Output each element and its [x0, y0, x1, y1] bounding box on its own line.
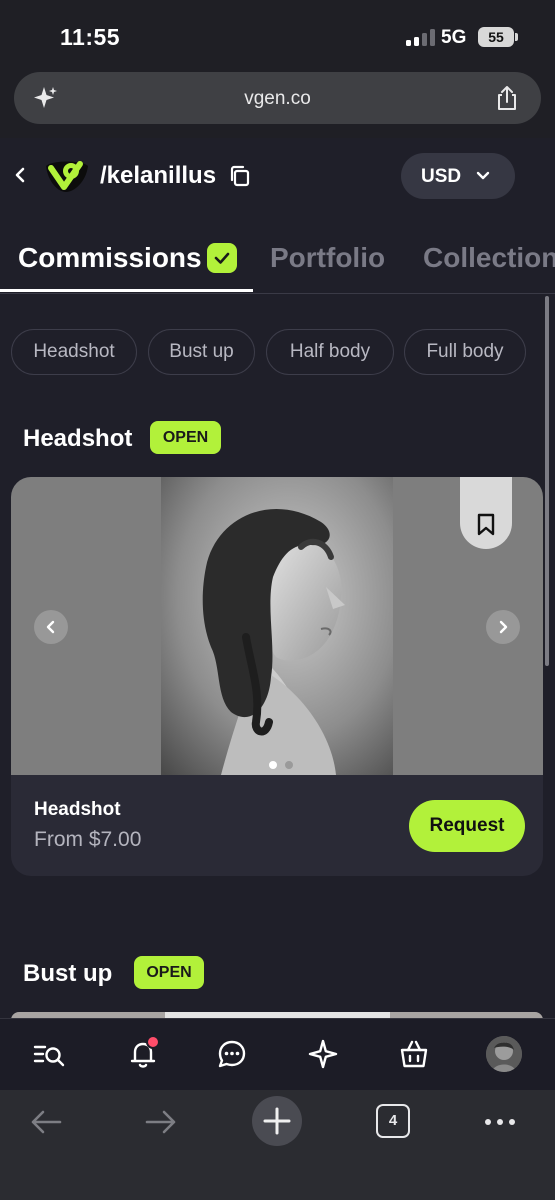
profile-tabs: Commissions Portfolio Collection — [0, 218, 555, 294]
tabs-button[interactable]: 4 — [376, 1104, 410, 1138]
bookmark-icon — [477, 513, 495, 536]
filter-chip-full-body[interactable]: Full body — [404, 329, 526, 375]
sparkle-icon[interactable] — [306, 1037, 340, 1071]
request-button[interactable]: Request — [409, 800, 525, 852]
carousel-indicator — [269, 761, 295, 771]
card-price: From $7.00 — [34, 828, 142, 851]
bookmark-button[interactable] — [460, 477, 512, 549]
browser-bottom-bar: 4 — [0, 1090, 555, 1200]
address-bar[interactable]: vgen.co — [14, 72, 541, 124]
carousel-prev-button[interactable] — [34, 610, 68, 644]
back-chevron-icon[interactable] — [12, 164, 28, 186]
app-bottom-nav — [0, 1018, 555, 1090]
tab-collection[interactable]: Collection — [423, 242, 555, 274]
carousel-dot[interactable] — [285, 761, 293, 769]
status-badge: OPEN — [150, 421, 221, 454]
section-title-bust-up: Bust up — [23, 960, 113, 987]
commission-card-headshot[interactable]: Headshot From $7.00 Request — [11, 477, 543, 876]
signal-icon — [406, 29, 436, 46]
carousel-dot-active[interactable] — [269, 761, 277, 769]
currency-select[interactable]: USD — [401, 153, 515, 199]
divider — [0, 293, 555, 294]
carousel-next-button[interactable] — [486, 610, 520, 644]
scrollbar[interactable] — [545, 296, 549, 666]
status-bar: 11:55 5G 55 — [0, 0, 555, 64]
filter-chip-half-body[interactable]: Half body — [266, 329, 394, 375]
chat-icon[interactable] — [215, 1037, 249, 1071]
section-title-headshot: Headshot — [23, 425, 133, 452]
vgen-logo-icon[interactable] — [42, 156, 90, 196]
network-type: 5G — [441, 27, 467, 48]
profile-handle: /kelanillus — [100, 162, 217, 189]
share-icon[interactable] — [493, 84, 521, 112]
currency-value: USD — [421, 166, 462, 187]
portrait-artwork — [161, 477, 393, 775]
card-title: Headshot — [34, 799, 121, 820]
copy-icon[interactable] — [228, 164, 252, 188]
tab-commissions[interactable]: Commissions — [18, 242, 202, 274]
plus-icon — [263, 1107, 291, 1135]
forward-arrow-icon[interactable] — [141, 1102, 181, 1142]
filter-chip-bust-up[interactable]: Bust up — [148, 329, 255, 375]
bag-icon[interactable] — [397, 1037, 431, 1071]
browser-toolbar: vgen.co — [0, 64, 555, 138]
status-time: 11:55 — [60, 24, 121, 50]
avatar[interactable] — [486, 1036, 522, 1072]
new-tab-button[interactable] — [252, 1096, 302, 1146]
status-badge: OPEN — [134, 956, 204, 989]
profile-header: /kelanillus USD — [0, 138, 555, 218]
card-image-carousel[interactable] — [11, 477, 543, 775]
check-icon — [207, 243, 237, 273]
tab-portfolio[interactable]: Portfolio — [270, 242, 385, 274]
more-icon[interactable] — [480, 1102, 520, 1142]
url-text[interactable]: vgen.co — [14, 88, 541, 110]
chevron-down-icon — [476, 171, 490, 180]
filter-chip-headshot[interactable]: Headshot — [11, 329, 137, 375]
back-arrow-icon[interactable] — [26, 1102, 66, 1142]
active-tab-indicator — [0, 289, 253, 292]
browse-icon[interactable] — [32, 1037, 66, 1071]
notification-dot — [146, 1035, 160, 1049]
battery-icon: 55 — [478, 27, 518, 47]
